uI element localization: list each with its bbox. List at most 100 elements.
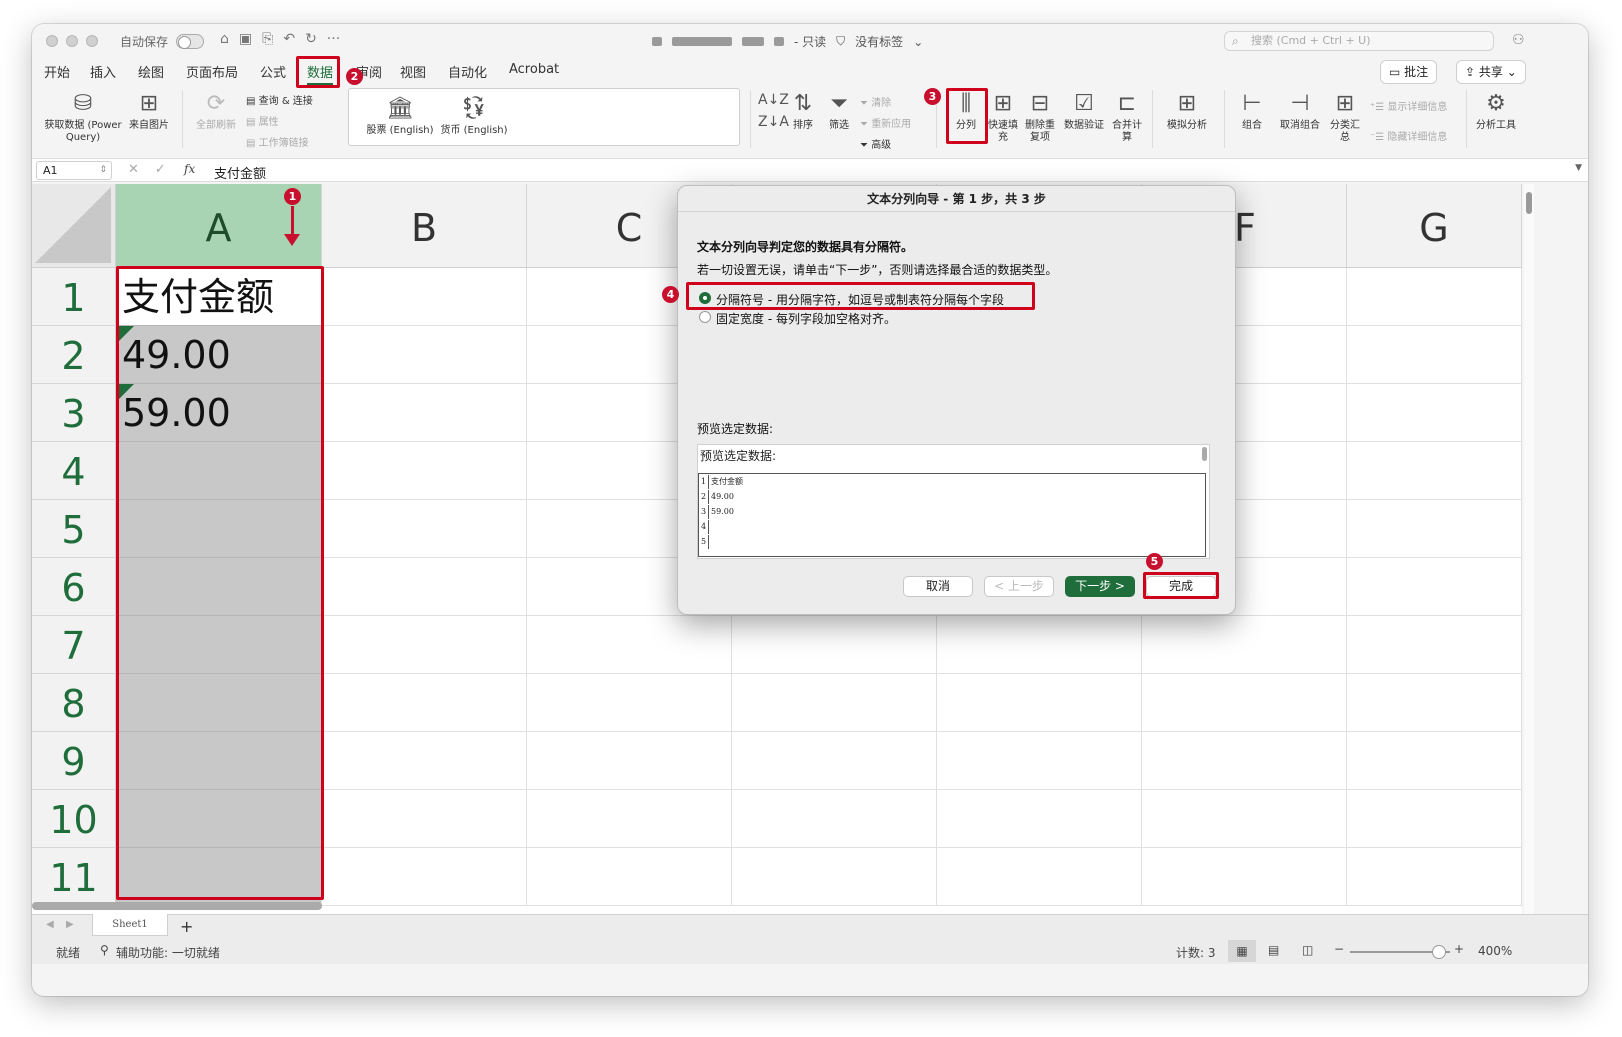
cell-c10[interactable]: [527, 790, 732, 848]
cell-f10[interactable]: [1142, 790, 1347, 848]
refresh-all-button[interactable]: ⟳ 全部刷新: [190, 90, 242, 132]
row-header-4[interactable]: 4: [32, 442, 116, 500]
cell-b1[interactable]: [322, 268, 527, 326]
properties-button[interactable]: ▤ 属性: [246, 113, 279, 128]
autosave-toggle[interactable]: [176, 34, 205, 49]
show-detail-button[interactable]: ⁺☰ 显示详细信息: [1370, 98, 1447, 113]
data-preview-pane[interactable]: 预览选定数据: 1 支付金额 2 49.00 3 59.00 4 5: [697, 444, 1210, 559]
cell-b10[interactable]: [322, 790, 527, 848]
minimize-window-button[interactable]: [66, 35, 78, 47]
page-break-view-icon[interactable]: ◫: [1302, 943, 1313, 957]
row-header-7[interactable]: 7: [32, 616, 116, 674]
get-data-button[interactable]: ⛁ 获取数据 (Power Query): [42, 90, 124, 144]
subtotal-button[interactable]: ⊞ 分类汇总: [1328, 90, 1362, 144]
filter-button[interactable]: ⏷ 筛选: [824, 90, 854, 132]
cell-g6[interactable]: [1347, 558, 1522, 616]
zoom-slider-thumb[interactable]: [1432, 945, 1446, 959]
text-to-columns-button[interactable]: ⫼ 分列: [948, 90, 984, 132]
cell-g7[interactable]: [1347, 616, 1522, 674]
name-box[interactable]: A1 ⇕: [36, 161, 112, 180]
search-input[interactable]: ⌕ 搜索 (Cmd + Ctrl + U): [1224, 31, 1494, 51]
radio-delimited[interactable]: [699, 292, 711, 304]
cell-b4[interactable]: [322, 442, 527, 500]
radio-fixed-width[interactable]: [699, 311, 711, 323]
cell-g4[interactable]: [1347, 442, 1522, 500]
undo-icon[interactable]: ↶: [283, 31, 295, 47]
cell-b11[interactable]: [322, 848, 527, 906]
zoom-window-button[interactable]: [86, 35, 98, 47]
group-button[interactable]: ⊢ 组合: [1232, 90, 1272, 132]
expand-formula-icon[interactable]: ▼: [1575, 163, 1582, 173]
normal-view-icon[interactable]: ▦: [1228, 940, 1256, 962]
cell-b2[interactable]: [322, 326, 527, 384]
cancel-formula-icon[interactable]: ✕: [128, 162, 139, 177]
label-status[interactable]: 没有标签: [855, 33, 903, 50]
cell-f8[interactable]: [1142, 674, 1347, 732]
tab-view[interactable]: 视图: [400, 62, 426, 81]
finish-button[interactable]: 完成: [1146, 576, 1216, 597]
zoom-level[interactable]: 400%: [1478, 944, 1512, 958]
reapply-button[interactable]: ⏷ 重新应用: [860, 115, 911, 130]
cell-b3[interactable]: [322, 384, 527, 442]
comments-button[interactable]: ▭ 批注: [1380, 60, 1438, 84]
formula-input[interactable]: 支付金额: [214, 163, 266, 182]
cell-e10[interactable]: [937, 790, 1142, 848]
page-layout-view-icon[interactable]: ▤: [1268, 943, 1279, 957]
more-icon[interactable]: ···: [327, 31, 340, 47]
cell-b5[interactable]: [322, 500, 527, 558]
row-header-8[interactable]: 8: [32, 674, 116, 732]
cell-a6[interactable]: [116, 558, 322, 616]
preview-scrollbar[interactable]: [1202, 447, 1207, 461]
cell-a1[interactable]: 支付金额: [116, 268, 322, 326]
advanced-filter-button[interactable]: ⏷ 高级: [860, 136, 891, 151]
cell-c11[interactable]: [527, 848, 732, 906]
tab-formulas[interactable]: 公式: [260, 62, 286, 81]
next-button[interactable]: 下一步 >: [1065, 576, 1135, 597]
home-icon[interactable]: ⌂: [220, 31, 229, 47]
cell-a5[interactable]: [116, 500, 322, 558]
zoom-out-icon[interactable]: −: [1334, 942, 1344, 956]
hide-detail-button[interactable]: ⁻☰ 隐藏详细信息: [1370, 128, 1447, 143]
option-delimited-label[interactable]: 分隔符号 - 用分隔字符，如逗号或制表符分隔每个字段: [716, 291, 1004, 308]
close-window-button[interactable]: [46, 35, 58, 47]
cell-a10[interactable]: [116, 790, 322, 848]
column-header-b[interactable]: B: [322, 184, 527, 268]
from-picture-button[interactable]: ⊞ 来自图片: [126, 90, 172, 132]
clear-button[interactable]: ⏷ 清除: [860, 94, 891, 109]
sort-button[interactable]: ⇅ 排序: [786, 90, 820, 132]
cell-f7[interactable]: [1142, 616, 1347, 674]
row-header-9[interactable]: 9: [32, 732, 116, 790]
select-all-corner[interactable]: [32, 184, 116, 268]
cell-g3[interactable]: [1347, 384, 1522, 442]
remove-duplicates-button[interactable]: ⊟ 删除重复项: [1022, 90, 1058, 144]
tab-draw[interactable]: 绘图: [138, 62, 164, 81]
prev-sheet-icon[interactable]: ◀: [46, 919, 54, 930]
column-header-g[interactable]: G: [1347, 184, 1522, 268]
zoom-in-icon[interactable]: +: [1454, 942, 1464, 956]
cell-d10[interactable]: [732, 790, 937, 848]
row-header-3[interactable]: 3: [32, 384, 116, 442]
cell-a7[interactable]: [116, 616, 322, 674]
option-fixed-width-label[interactable]: 固定宽度 - 每列字段加空格对齐。: [716, 310, 896, 327]
currencies-button[interactable]: 💱︎ 货币 (English): [439, 95, 509, 137]
row-header-10[interactable]: 10: [32, 790, 116, 848]
consolidate-button[interactable]: ⊏ 合并计算: [1110, 90, 1144, 144]
tab-insert[interactable]: 插入: [90, 62, 116, 81]
share-button[interactable]: ⇪ 共享 ⌄: [1456, 60, 1526, 84]
cell-c7[interactable]: [527, 616, 732, 674]
cell-g9[interactable]: [1347, 732, 1522, 790]
queries-connections-button[interactable]: ▤ 查询 & 连接: [246, 92, 313, 107]
cell-a3[interactable]: 59.00: [116, 384, 322, 442]
cell-b9[interactable]: [322, 732, 527, 790]
row-header-2[interactable]: 2: [32, 326, 116, 384]
save-as-icon[interactable]: ⎘: [262, 31, 273, 47]
cell-g11[interactable]: [1347, 848, 1522, 906]
save-icon[interactable]: ▣: [239, 31, 252, 47]
cancel-button[interactable]: 取消: [903, 576, 973, 597]
row-header-5[interactable]: 5: [32, 500, 116, 558]
cell-a8[interactable]: [116, 674, 322, 732]
accessibility-status[interactable]: 辅助功能: 一切就绪: [116, 944, 220, 961]
cell-a11[interactable]: [116, 848, 322, 906]
row-header-11[interactable]: 11: [32, 848, 116, 906]
tab-data[interactable]: 数据: [307, 62, 334, 85]
